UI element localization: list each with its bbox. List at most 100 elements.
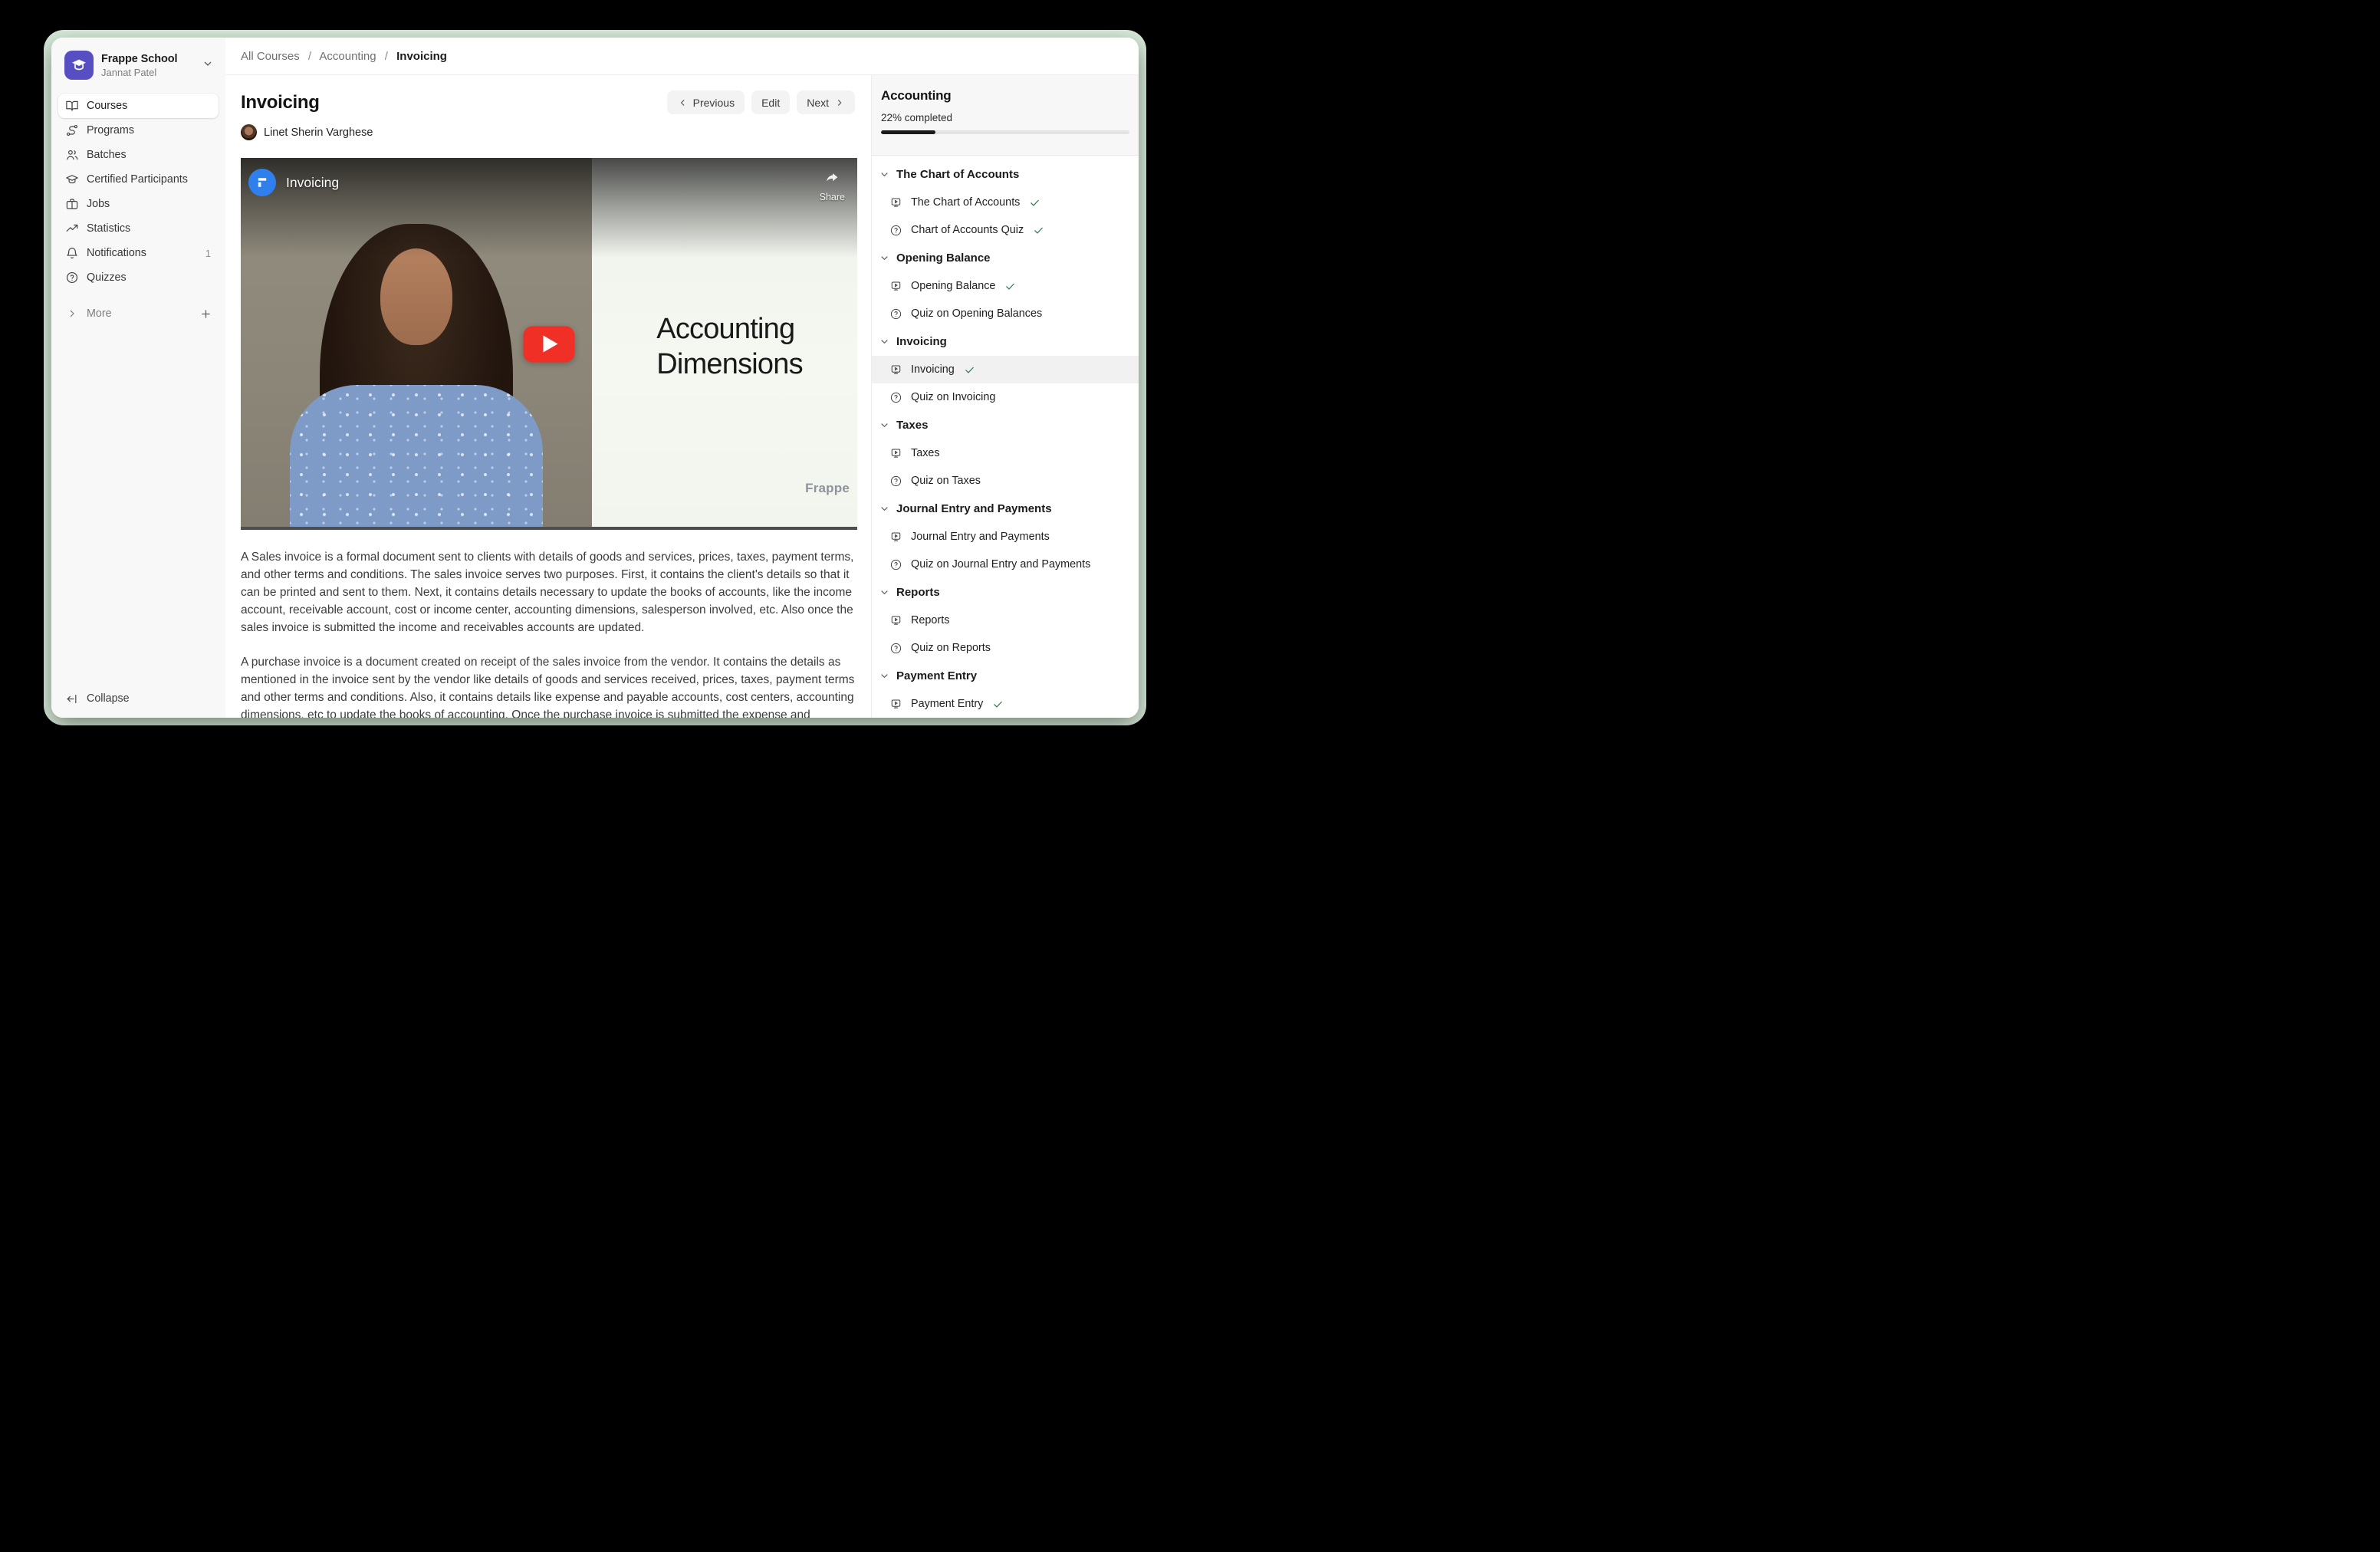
slide-title-line2: Dimensions bbox=[656, 347, 803, 382]
play-icon bbox=[544, 336, 558, 353]
next-button[interactable]: Next bbox=[797, 90, 855, 114]
outline-item-the-chart-of-accounts[interactable]: The Chart of Accounts bbox=[872, 189, 1139, 216]
course-title: Accounting bbox=[881, 88, 1129, 104]
route-icon bbox=[65, 123, 79, 137]
outline-section-title: Reports bbox=[896, 586, 940, 599]
previous-button[interactable]: Previous bbox=[667, 90, 745, 114]
sidebar-item-more[interactable]: More bbox=[58, 301, 219, 326]
chevron-down-icon bbox=[879, 419, 890, 431]
outline-item-label: Quiz on Opening Balances bbox=[911, 307, 1042, 320]
check-icon bbox=[1029, 197, 1040, 209]
breadcrumb-separator: / bbox=[308, 50, 311, 63]
users-icon bbox=[65, 148, 79, 162]
outline-item-journal-entry-and-payments[interactable]: Journal Entry and Payments bbox=[872, 523, 1139, 551]
outline-section-payment-entry[interactable]: Payment Entry bbox=[872, 662, 1139, 690]
sidebar-item-programs[interactable]: Programs bbox=[58, 118, 219, 143]
sidebar-item-courses[interactable]: Courses bbox=[58, 94, 219, 118]
outline-item-reports[interactable]: Reports bbox=[872, 607, 1139, 634]
sidebar-item-label: Certified Participants bbox=[87, 173, 188, 186]
share-button[interactable]: Share bbox=[820, 170, 845, 202]
desktop-background: Frappe School Jannat Patel Courses Progra… bbox=[0, 0, 1190, 776]
outline-item-label: Opening Balance bbox=[911, 280, 995, 292]
outline-item-label: Payment Entry bbox=[911, 698, 983, 710]
check-icon bbox=[992, 699, 1004, 710]
sidebar-item-statistics[interactable]: Statistics bbox=[58, 216, 219, 241]
video-player[interactable]: Accounting Dimensions Frappe bbox=[241, 158, 857, 530]
slide-title: Accounting Dimensions bbox=[656, 311, 803, 383]
author-avatar bbox=[241, 124, 257, 140]
chevron-down-icon bbox=[879, 670, 890, 682]
chevron-left-icon bbox=[677, 97, 688, 108]
video-lesson-icon bbox=[889, 280, 902, 293]
course-outline-panel: Accounting 22% completed The Chart of Ac… bbox=[871, 75, 1139, 718]
chevron-down-icon bbox=[879, 503, 890, 515]
chevron-down-icon bbox=[879, 336, 890, 347]
outline-item-opening-balance[interactable]: Opening Balance bbox=[872, 272, 1139, 300]
outline-item-quiz-on-reports[interactable]: Quiz on Reports bbox=[872, 634, 1139, 662]
lesson-paragraph: A Sales invoice is a formal document sen… bbox=[241, 548, 855, 636]
collapse-label: Collapse bbox=[87, 692, 130, 705]
collapse-left-icon bbox=[64, 692, 79, 705]
video-lesson-icon bbox=[889, 531, 902, 544]
outline-section-opening-balance[interactable]: Opening Balance bbox=[872, 244, 1139, 272]
outline-item-quiz-on-opening-balances[interactable]: Quiz on Opening Balances bbox=[872, 300, 1139, 327]
video-lesson-icon bbox=[889, 698, 902, 711]
breadcrumb-accounting[interactable]: Accounting bbox=[319, 50, 376, 63]
bell-icon bbox=[65, 246, 79, 260]
video-title[interactable]: Invoicing bbox=[286, 175, 339, 191]
course-outline-list: The Chart of Accounts The Chart of Accoun… bbox=[872, 156, 1139, 718]
author-row: Linet Sherin Varghese bbox=[241, 124, 855, 140]
video-slide: Accounting Dimensions Frappe bbox=[592, 158, 857, 527]
outline-item-label: Reports bbox=[911, 614, 949, 626]
frappe-school-window: Frappe School Jannat Patel Courses Progra… bbox=[51, 38, 1139, 718]
play-button[interactable] bbox=[524, 326, 575, 362]
channel-avatar[interactable] bbox=[248, 169, 276, 196]
breadcrumb-all-courses[interactable]: All Courses bbox=[241, 50, 300, 63]
body-row: Invoicing Previous Edit Nex bbox=[225, 75, 1139, 718]
video-lesson-icon bbox=[889, 447, 902, 460]
sidebar-item-label: Statistics bbox=[87, 222, 130, 235]
presenter-face bbox=[380, 248, 452, 345]
edit-button[interactable]: Edit bbox=[751, 90, 790, 114]
check-icon bbox=[1033, 225, 1044, 236]
quiz-icon bbox=[889, 307, 902, 321]
outline-item-quiz-on-journal-entry-and-payments[interactable]: Quiz on Journal Entry and Payments bbox=[872, 551, 1139, 578]
outline-item-chart-of-accounts-quiz[interactable]: Chart of Accounts Quiz bbox=[872, 216, 1139, 244]
outline-item-label: Journal Entry and Payments bbox=[911, 531, 1050, 543]
outline-section-title: Payment Entry bbox=[896, 669, 977, 682]
chevron-right-icon bbox=[64, 307, 79, 320]
outline-section-taxes[interactable]: Taxes bbox=[872, 411, 1139, 439]
breadcrumb: All Courses / Accounting / Invoicing bbox=[241, 50, 447, 63]
add-shortcut-button[interactable] bbox=[199, 307, 212, 321]
outline-item-label: Quiz on Taxes bbox=[911, 475, 981, 487]
trending-up-icon bbox=[65, 222, 79, 235]
quiz-icon bbox=[889, 475, 902, 488]
briefcase-icon bbox=[65, 197, 79, 211]
sidebar-item-batches[interactable]: Batches bbox=[58, 143, 219, 167]
outline-section-title: Opening Balance bbox=[896, 252, 991, 265]
outline-section-invoicing[interactable]: Invoicing bbox=[872, 327, 1139, 356]
outline-item-quiz-on-invoicing[interactable]: Quiz on Invoicing bbox=[872, 383, 1139, 411]
sidebar-item-notifications[interactable]: Notifications1 bbox=[58, 241, 219, 265]
workspace-switcher[interactable]: Frappe School Jannat Patel bbox=[58, 44, 219, 87]
outline-item-quiz-on-taxes[interactable]: Quiz on Taxes bbox=[872, 467, 1139, 495]
collapse-sidebar-button[interactable]: Collapse bbox=[58, 686, 219, 712]
sidebar-item-quizzes[interactable]: Quizzes bbox=[58, 265, 219, 290]
sidebar-item-label: Courses bbox=[87, 100, 127, 112]
sidebar-item-label: Notifications bbox=[87, 247, 146, 259]
outline-item-label: The Chart of Accounts bbox=[911, 196, 1020, 209]
video-lesson-icon bbox=[889, 196, 902, 209]
outline-item-label: Taxes bbox=[911, 447, 940, 459]
outline-item-invoicing[interactable]: Invoicing bbox=[872, 356, 1139, 383]
page-title: Invoicing bbox=[241, 92, 320, 113]
outline-section-the-chart-of-accounts[interactable]: The Chart of Accounts bbox=[872, 160, 1139, 189]
outline-item-taxes[interactable]: Taxes bbox=[872, 439, 1139, 467]
sidebar-item-jobs[interactable]: Jobs bbox=[58, 192, 219, 216]
sidebar-item-certified-participants[interactable]: Certified Participants bbox=[58, 167, 219, 192]
quiz-icon bbox=[889, 558, 902, 571]
slide-title-line1: Accounting bbox=[656, 311, 803, 347]
outline-section-journal-entry-and-payments[interactable]: Journal Entry and Payments bbox=[872, 495, 1139, 523]
outline-item-payment-entry[interactable]: Payment Entry bbox=[872, 690, 1139, 718]
outline-section-title: Invoicing bbox=[896, 335, 947, 348]
outline-section-reports[interactable]: Reports bbox=[872, 578, 1139, 607]
